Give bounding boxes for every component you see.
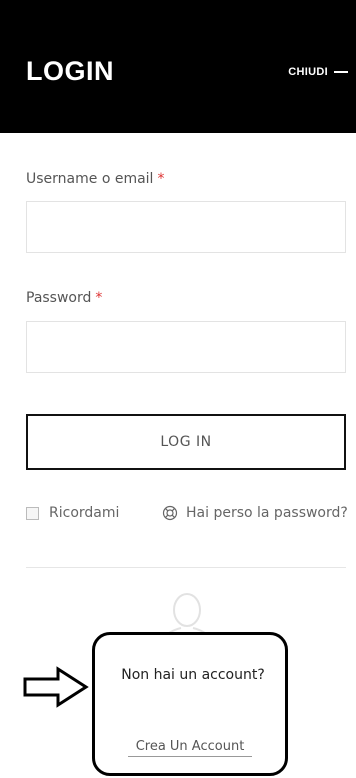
register-question: Non hai un account? xyxy=(121,667,265,683)
remember-me[interactable]: Ricordami xyxy=(26,505,119,521)
close-label: CHIUDI xyxy=(288,66,328,78)
lost-password-link[interactable]: Hai perso la password? xyxy=(162,505,348,521)
remember-checkbox[interactable] xyxy=(26,506,39,520)
create-account-link[interactable]: Crea Un Account xyxy=(128,739,252,757)
close-button[interactable]: CHIUDI xyxy=(288,66,348,78)
page-title: LOGIN xyxy=(26,56,114,86)
password-label: Password * xyxy=(26,290,103,306)
required-mark: * xyxy=(95,290,103,306)
lost-password-label: Hai perso la password? xyxy=(186,505,348,521)
header: LOGIN CHIUDI xyxy=(0,0,356,133)
login-button[interactable]: LOG IN xyxy=(26,414,346,470)
arrow-right-icon xyxy=(23,666,89,708)
username-field[interactable] xyxy=(26,201,346,253)
divider xyxy=(26,567,346,568)
lifebuoy-icon xyxy=(162,505,178,521)
close-dash-icon xyxy=(334,71,348,73)
register-callout: Non hai un account? Crea Un Account xyxy=(92,632,288,776)
password-field[interactable] xyxy=(26,321,346,373)
required-mark: * xyxy=(157,171,165,187)
remember-label: Ricordami xyxy=(49,505,120,521)
username-label: Username o email * xyxy=(26,171,165,187)
